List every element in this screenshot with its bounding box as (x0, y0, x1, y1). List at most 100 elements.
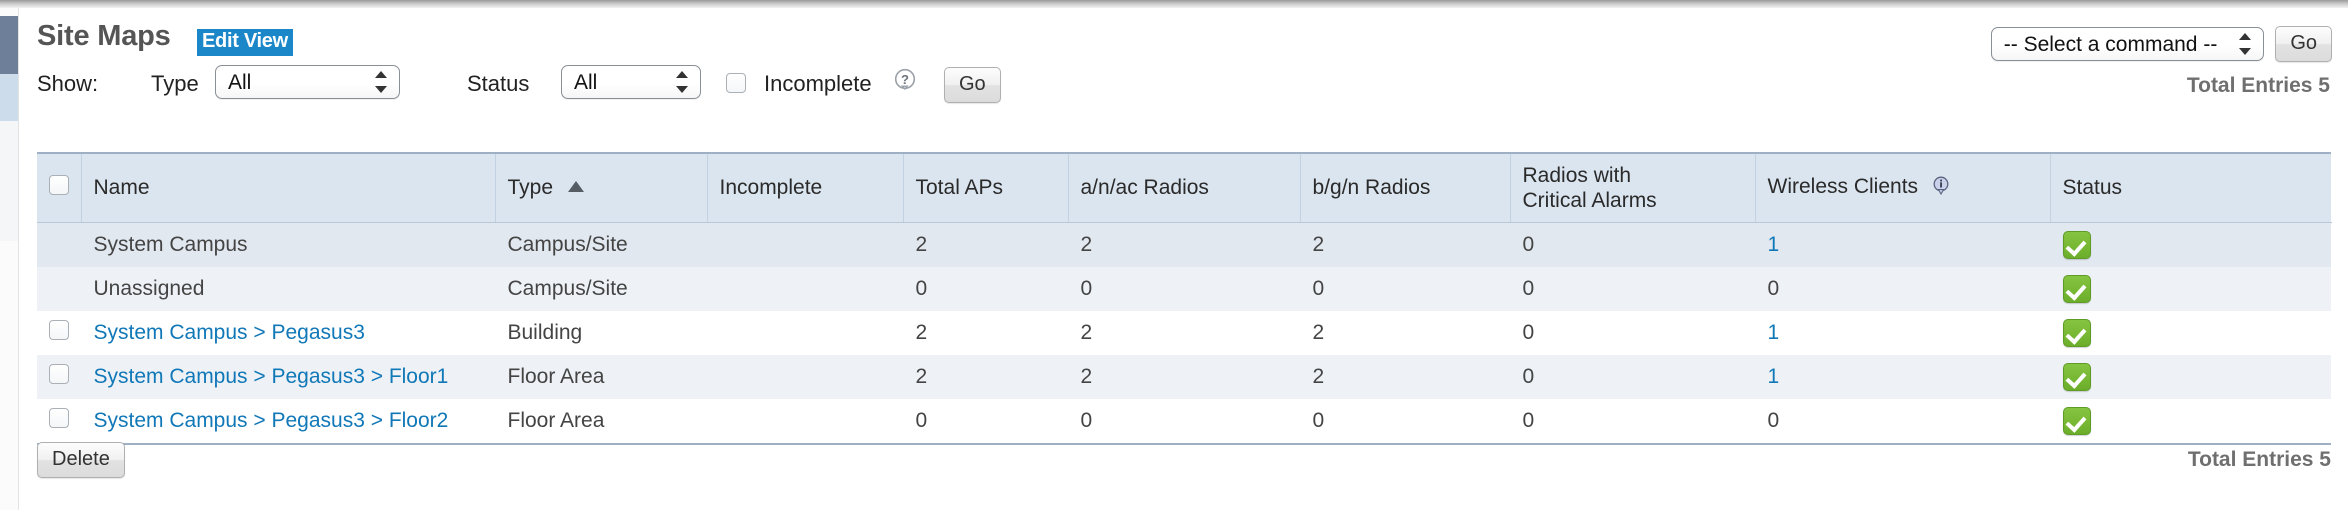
command-select[interactable]: -- Select a command -- (1990, 27, 2265, 61)
cell-name: System Campus (81, 222, 495, 267)
wireless-clients-link[interactable]: 1 (1768, 321, 1780, 344)
incomplete-checkbox[interactable] (726, 73, 746, 93)
table-header-row: Name Type Incomplete Total APs a/n/ac Ra… (37, 154, 2331, 223)
filter-bar: Show: Type All Status All Incomplete ? G… (19, 60, 2348, 108)
cell-bgn-radios: 2 (1300, 222, 1510, 267)
column-header-total-aps-label: Total APs (915, 176, 1004, 199)
page-title: Site Maps (37, 20, 171, 52)
column-header-critical-alarms[interactable]: Radios with Critical Alarms (1510, 154, 1756, 223)
table-footer: Delete Total Entries 5 (37, 436, 2331, 496)
cell-total-aps: 2 (903, 222, 1068, 267)
cell-critical-alarms: 0 (1510, 311, 1755, 355)
table-body: System Campus Campus/Site 2 2 2 0 1 Unassigned C… (37, 222, 2331, 443)
column-header-anac-radios-label: a/n/ac Radios (1080, 176, 1209, 199)
cell-bgn-radios: 2 (1300, 311, 1510, 355)
rail-segment-active[interactable] (0, 16, 18, 74)
cell-name: System Campus > Pegasus3 > Floor1 (81, 355, 495, 399)
site-map-link[interactable]: System Campus > Pegasus3 > Floor1 (94, 365, 449, 388)
cell-wireless-clients: 1 (1755, 311, 2050, 355)
wireless-clients-link[interactable]: 1 (1768, 365, 1780, 388)
table-row: Unassigned Campus/Site 0 0 0 0 0 (37, 267, 2331, 311)
row-select-cell (37, 222, 81, 267)
filter-go-button[interactable]: Go (944, 67, 1001, 103)
rail-segment-secondary[interactable] (0, 74, 18, 121)
cell-total-aps: 2 (903, 311, 1068, 355)
column-header-name[interactable]: Name (81, 154, 496, 223)
status-filter-select[interactable]: All (561, 65, 701, 99)
status-ok-check-icon (2062, 319, 2091, 347)
wireless-clients-value: 0 (1767, 277, 1780, 300)
edit-view-link[interactable]: Edit View (197, 29, 293, 56)
row-select-checkbox[interactable] (49, 364, 69, 384)
column-header-incomplete[interactable]: Incomplete (707, 154, 904, 223)
delete-button[interactable]: Delete (37, 442, 125, 478)
cell-critical-alarms: 0 (1510, 355, 1755, 399)
site-map-name: Unassigned (93, 277, 205, 300)
rail-segment-tertiary (0, 121, 18, 241)
column-header-critical-alarms-line2: Critical Alarms (1522, 189, 1657, 212)
row-select-cell (37, 267, 81, 311)
status-ok-check-icon (2062, 407, 2091, 435)
row-select-checkbox[interactable] (49, 320, 69, 340)
column-header-critical-alarms-line1: Radios with (1522, 164, 1632, 187)
column-header-bgn-radios[interactable]: b/g/n Radios (1300, 154, 1511, 223)
column-header-wireless-clients[interactable]: Wireless Clients (1755, 154, 2051, 223)
cell-status (2050, 311, 2331, 355)
cell-type: Campus/Site (495, 222, 707, 267)
site-maps-table: Name Type Incomplete Total APs a/n/ac Ra… (37, 154, 2332, 443)
column-header-status-label: Status (2062, 176, 2123, 199)
chevron-updown-icon (374, 71, 387, 93)
column-header-type[interactable]: Type (495, 154, 708, 223)
status-label: Status (467, 71, 530, 96)
question-help-icon[interactable]: ? (893, 68, 919, 94)
site-map-link[interactable]: System Campus > Pegasus3 (94, 321, 365, 344)
select-all-header (37, 154, 82, 223)
column-header-bgn-radios-label: b/g/n Radios (1312, 176, 1431, 199)
site-maps-table-container: Name Type Incomplete Total APs a/n/ac Ra… (37, 152, 2331, 445)
cell-name: Unassigned (81, 267, 495, 311)
page-content: Site Maps Edit View -- Select a command … (19, 8, 2348, 510)
row-select-cell (37, 311, 81, 355)
cell-incomplete (707, 222, 903, 267)
cell-type: Campus/Site (495, 267, 707, 311)
column-header-incomplete-label: Incomplete (719, 176, 823, 199)
cell-bgn-radios: 0 (1300, 267, 1510, 311)
type-label: Type (151, 71, 199, 96)
column-header-anac-radios[interactable]: a/n/ac Radios (1068, 154, 1301, 223)
cell-type: Building (495, 311, 707, 355)
status-ok-check-icon (2062, 275, 2091, 303)
cell-anac-radios: 2 (1068, 222, 1300, 267)
row-select-checkbox[interactable] (49, 408, 69, 428)
show-label: Show: (37, 71, 99, 96)
cell-anac-radios: 2 (1068, 355, 1300, 399)
cell-anac-radios: 2 (1068, 311, 1300, 355)
wireless-clients-link[interactable]: 1 (1768, 233, 1780, 256)
site-map-link[interactable]: System Campus > Pegasus3 > Floor2 (94, 409, 449, 432)
info-icon[interactable] (1932, 176, 1950, 202)
type-filter-select[interactable]: All (215, 65, 400, 99)
column-header-status[interactable]: Status (2050, 154, 2331, 223)
cell-type: Floor Area (495, 355, 707, 399)
column-header-name-label: Name (93, 176, 150, 199)
cell-anac-radios: 0 (1068, 267, 1300, 311)
cell-critical-alarms: 0 (1510, 267, 1755, 311)
table-header: Name Type Incomplete Total APs a/n/ac Ra… (37, 154, 2331, 223)
table-row: System Campus Campus/Site 2 2 2 0 1 (37, 222, 2331, 267)
table-row: System Campus > Pegasus3 Building 2 2 2 0 1 (37, 311, 2331, 355)
column-header-total-aps[interactable]: Total APs (903, 154, 1069, 223)
total-entries-bottom: Total Entries 5 (2187, 448, 2331, 471)
cell-bgn-radios: 2 (1300, 355, 1510, 399)
cell-status (2050, 222, 2331, 267)
select-all-checkbox[interactable] (49, 175, 69, 195)
type-filter-value: All (228, 71, 252, 94)
chevron-updown-icon (2238, 33, 2251, 55)
cell-name: System Campus > Pegasus3 (81, 311, 495, 355)
status-ok-check-icon (2062, 363, 2091, 391)
browser-chrome-strip (0, 0, 2348, 8)
cell-wireless-clients: 1 (1755, 222, 2050, 267)
command-go-button[interactable]: Go (2275, 26, 2332, 62)
cell-status (2050, 267, 2331, 311)
left-navigation-rail (0, 8, 19, 510)
site-map-name: System Campus (93, 233, 248, 256)
row-select-cell (37, 355, 81, 399)
